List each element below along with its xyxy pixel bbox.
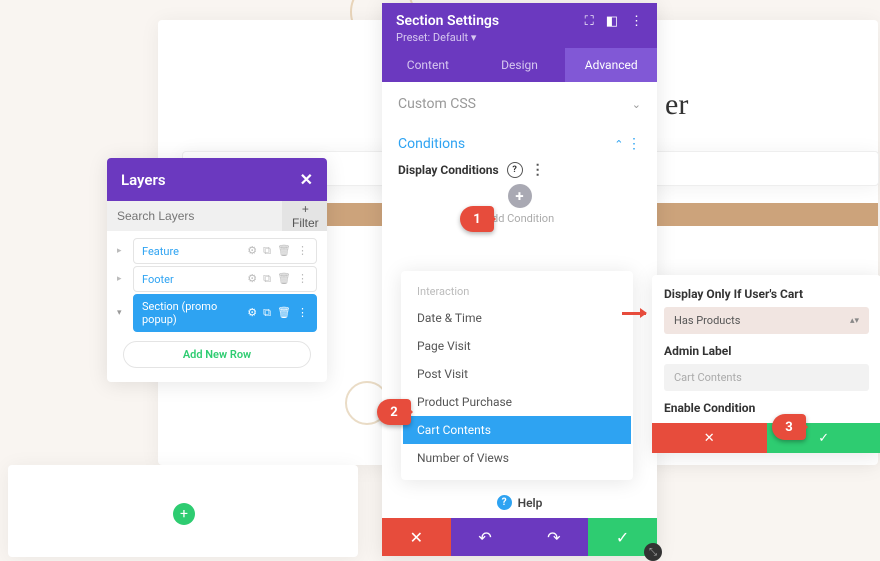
help-link[interactable]: ? Help	[382, 487, 657, 518]
layers-title: Layers	[121, 171, 166, 189]
layer-item-footer[interactable]: Footer ⚙ ⧉ 🗑 ⋮	[133, 266, 317, 292]
dots-icon[interactable]: ⋮	[627, 136, 641, 152]
page-title-fragment: er	[665, 88, 688, 122]
select-value: Has Products	[674, 314, 740, 327]
search-input[interactable]	[107, 201, 282, 231]
trash-icon[interactable]: 🗑	[277, 306, 291, 320]
condition-cancel-button[interactable]: ✕	[652, 423, 767, 453]
arrow-icon	[622, 312, 646, 315]
settings-footer: ✕ ↶ ↷ ✓	[382, 518, 657, 556]
section-label: Conditions	[398, 136, 465, 152]
copy-icon[interactable]: ⧉	[263, 272, 271, 286]
step-badge-2: 2	[377, 399, 411, 425]
section-label: Custom CSS	[398, 96, 476, 112]
preset-label[interactable]: Preset: Default ▾	[396, 31, 643, 44]
tab-design[interactable]: Design	[474, 48, 566, 82]
admin-label-input[interactable]: Cart Contents	[664, 364, 869, 391]
dropdown-item-product-purchase[interactable]: Product Purchase	[403, 388, 631, 416]
header-icons: ⛶ ◧ ⋮	[585, 14, 643, 29]
trash-icon[interactable]: 🗑	[277, 244, 291, 258]
dropdown-item-post-visit[interactable]: Post Visit	[403, 360, 631, 388]
layers-header: Layers ✕	[107, 158, 327, 201]
close-icon[interactable]: ✕	[300, 170, 313, 189]
dropdown-item-date-time[interactable]: Date & Time	[403, 304, 631, 332]
updown-icon: ▴▾	[850, 316, 859, 326]
dropdown-item-cart-contents[interactable]: Cart Contents	[403, 416, 631, 444]
layers-panel: Layers ✕ + Filter ▸ Feature ⚙ ⧉ 🗑 ⋮ ▸ Foote…	[107, 158, 327, 382]
conditions-section[interactable]: Conditions ⌃ ⋮	[398, 122, 641, 162]
settings-title: Section Settings	[396, 13, 499, 29]
trash-icon[interactable]: 🗑	[277, 272, 291, 286]
dots-icon[interactable]: ⋮	[297, 306, 308, 320]
step-badge-3: 3	[772, 414, 806, 440]
help-icon: ?	[497, 495, 512, 510]
chevron-right-icon[interactable]: ▸	[117, 246, 127, 256]
condition-detail-panel: Display Only If User's Cart Has Products…	[652, 275, 880, 453]
section-icons: ⌃ ⋮	[614, 136, 641, 152]
copy-icon[interactable]: ⧉	[263, 306, 271, 320]
add-condition-area: + Add Condition	[398, 184, 641, 225]
layer-row: ▸ Feature ⚙ ⧉ 🗑 ⋮	[111, 237, 323, 265]
dropdown-item-number-of-views[interactable]: Number of Views	[403, 444, 631, 472]
filter-button[interactable]: + Filter	[282, 201, 327, 231]
resize-handle[interactable]: ⤡	[644, 543, 662, 561]
dots-icon[interactable]: ⋮	[297, 272, 308, 286]
layers-search-row: + Filter	[107, 201, 327, 231]
layer-label: Feature	[142, 245, 179, 258]
cancel-button[interactable]: ✕	[382, 518, 451, 556]
dropdown-item-page-visit[interactable]: Page Visit	[403, 332, 631, 360]
add-icon[interactable]: +	[173, 503, 195, 525]
panel-icon[interactable]: ◧	[606, 14, 618, 29]
layer-item-section-promo[interactable]: Section (promo popup) ⚙ ⧉ 🗑 ⋮	[133, 294, 317, 332]
layer-row: ▾ Section (promo popup) ⚙ ⧉ 🗑 ⋮	[111, 293, 323, 333]
layer-actions: ⚙ ⧉ 🗑 ⋮	[247, 272, 308, 286]
step-badge-1: 1	[460, 206, 494, 232]
gear-icon[interactable]: ⚙	[247, 244, 257, 258]
admin-label-label: Admin Label	[664, 344, 869, 358]
dots-icon[interactable]: ⋮	[630, 14, 643, 29]
display-conditions-label: Display Conditions ? ⋮	[398, 162, 641, 178]
help-icon[interactable]: ?	[507, 162, 523, 178]
bg-card-bottom: +	[8, 465, 358, 557]
dots-icon[interactable]: ⋮	[297, 244, 308, 258]
chevron-down-icon: ⌄	[632, 98, 641, 111]
condition-footer: ✕ ✓	[652, 423, 880, 453]
layer-row: ▸ Footer ⚙ ⧉ 🗑 ⋮	[111, 265, 323, 293]
expand-icon[interactable]: ⛶	[585, 14, 594, 29]
redo-button[interactable]: ↷	[520, 518, 589, 556]
help-text: Help	[518, 496, 543, 510]
display-only-if-label: Display Only If User's Cart	[664, 287, 869, 301]
undo-button[interactable]: ↶	[451, 518, 520, 556]
layer-actions: ⚙ ⧉ 🗑 ⋮	[247, 306, 308, 320]
gear-icon[interactable]: ⚙	[247, 272, 257, 286]
dots-icon[interactable]: ⋮	[531, 165, 545, 175]
cart-condition-select[interactable]: Has Products ▴▾	[664, 307, 869, 334]
chevron-up-icon[interactable]: ⌃	[614, 138, 623, 151]
dc-text: Display Conditions	[398, 163, 499, 177]
add-new-row-button[interactable]: Add New Row	[123, 341, 311, 368]
add-condition-button[interactable]: +	[508, 184, 532, 208]
chevron-down-icon[interactable]: ▾	[117, 308, 127, 318]
add-condition-label: Add Condition	[398, 212, 641, 225]
tab-advanced[interactable]: Advanced	[565, 48, 657, 82]
settings-tabs: Content Design Advanced	[382, 48, 657, 82]
chevron-right-icon[interactable]: ▸	[117, 274, 127, 284]
tab-content[interactable]: Content	[382, 48, 474, 82]
settings-body: Custom CSS ⌄ Conditions ⌃ ⋮ Display Cond…	[382, 82, 657, 289]
copy-icon[interactable]: ⧉	[263, 244, 271, 258]
layer-actions: ⚙ ⧉ 🗑 ⋮	[247, 244, 308, 258]
gear-icon[interactable]: ⚙	[247, 306, 257, 320]
layer-label: Section (promo popup)	[142, 300, 247, 326]
dropdown-category: Interaction	[403, 279, 631, 304]
layer-label: Footer	[142, 273, 174, 286]
custom-css-section[interactable]: Custom CSS ⌄	[398, 82, 641, 122]
enable-condition-label: Enable Condition	[664, 401, 869, 415]
condition-type-dropdown: Interaction Date & Time Page Visit Post …	[401, 271, 633, 480]
settings-header: Section Settings ⛶ ◧ ⋮ Preset: Default ▾	[382, 3, 657, 48]
layer-item-feature[interactable]: Feature ⚙ ⧉ 🗑 ⋮	[133, 238, 317, 264]
